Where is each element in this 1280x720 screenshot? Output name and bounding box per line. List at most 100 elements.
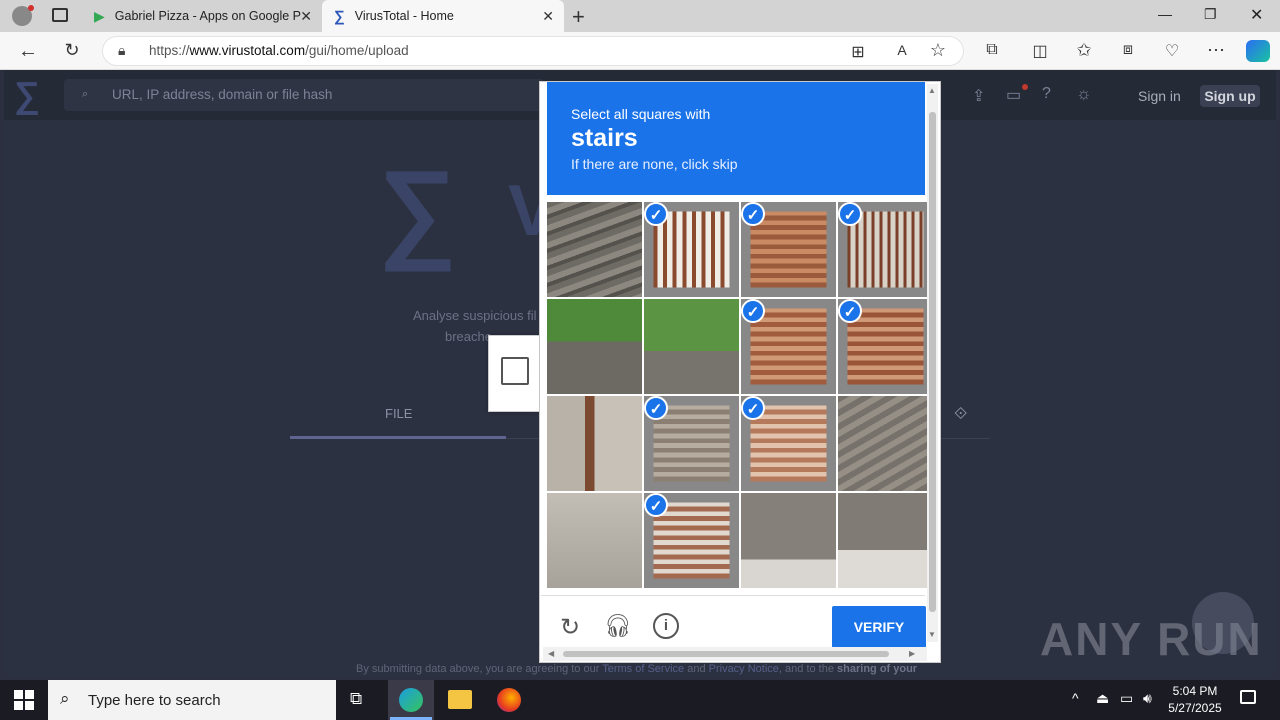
captcha-tile[interactable]: ✓ <box>644 396 739 491</box>
captcha-skip-hint: If there are none, click skip <box>571 156 738 172</box>
app-available-icon[interactable]: ⊞ <box>846 42 870 62</box>
captcha-tile-image <box>653 405 730 482</box>
selected-check-icon: ✓ <box>741 202 765 226</box>
captcha-instruction: Select all squares with <box>571 106 711 122</box>
terms-link[interactable]: Terms of Service <box>602 663 684 675</box>
captcha-tile[interactable] <box>838 493 933 588</box>
show-hidden-icons-icon[interactable]: ^ <box>1072 690 1079 706</box>
new-tab-icon[interactable]: + <box>572 4 585 30</box>
horizontal-scroll-thumb[interactable] <box>563 651 889 657</box>
vertical-scroll-thumb[interactable] <box>929 112 936 612</box>
url-text[interactable]: https://www.virustotal.com/gui/home/uplo… <box>149 43 409 58</box>
copilot-icon[interactable] <box>1246 40 1270 62</box>
captcha-footer-divider <box>541 595 925 596</box>
window-close-icon[interactable]: ✕ <box>1250 5 1263 25</box>
volume-icon[interactable]: 🔊︎ <box>1143 690 1152 707</box>
file-explorer-icon[interactable] <box>448 690 472 709</box>
captcha-tile-image <box>847 308 924 385</box>
terms-footer: By submitting data above, you are agreei… <box>356 663 917 675</box>
lock-icon[interactable]: 🔒︎ <box>118 42 125 59</box>
captcha-tile[interactable] <box>547 202 642 297</box>
help-icon[interactable]: ? <box>1042 85 1051 103</box>
favorite-star-icon[interactable]: ☆ <box>926 40 950 61</box>
favorites-icon[interactable]: ✩ <box>1072 40 1096 61</box>
extensions-icon[interactable]: ⧉ <box>980 41 1004 59</box>
verify-button[interactable]: VERIFY <box>832 606 926 648</box>
captcha-checkbox[interactable] <box>501 357 529 385</box>
play-store-icon: ▶ <box>94 7 105 24</box>
tab-search-icon[interactable]: ⟐ <box>954 404 967 424</box>
footer-text: , and to the <box>778 663 838 675</box>
close-tab-icon[interactable]: ✕ <box>542 8 554 25</box>
notification-dot-icon <box>28 5 34 11</box>
captcha-tile[interactable]: ✓ <box>644 493 739 588</box>
usb-icon[interactable]: ⏏ <box>1096 690 1109 707</box>
virustotal-logo-icon[interactable]: ∑ <box>14 77 40 113</box>
tab-file[interactable]: FILE <box>385 406 412 421</box>
anyrun-badge-icon <box>1192 592 1254 654</box>
captcha-tile-image <box>547 202 642 297</box>
close-tab-icon[interactable]: ✕ <box>300 8 312 25</box>
captcha-tile-image <box>741 493 836 588</box>
minimize-icon[interactable]: — <box>1158 6 1172 22</box>
tab-google-play[interactable]: ▶ Gabriel Pizza - Apps on Google P ✕ <box>84 0 322 32</box>
captcha-tile[interactable]: ✓ <box>741 396 836 491</box>
captcha-tile-image <box>838 493 933 588</box>
upload-icon[interactable]: ⇪ <box>972 86 985 106</box>
captcha-tile[interactable]: ✓ <box>838 299 933 394</box>
info-icon[interactable]: i <box>653 613 679 639</box>
task-view-icon[interactable]: ⧉ <box>350 689 362 709</box>
selected-check-icon: ✓ <box>838 202 862 226</box>
refresh-icon[interactable]: ↻ <box>60 40 84 61</box>
restore-icon[interactable]: ❐ <box>1204 6 1217 23</box>
captcha-keyword: stairs <box>571 124 638 152</box>
sign-up-button[interactable]: Sign up <box>1200 85 1260 107</box>
collections-icon[interactable]: ⧈ <box>1116 41 1140 59</box>
firefox-icon[interactable] <box>497 688 521 712</box>
selected-check-icon: ✓ <box>838 299 862 323</box>
captcha-tile[interactable] <box>838 396 933 491</box>
captcha-tile[interactable]: ✓ <box>838 202 933 297</box>
selected-check-icon: ✓ <box>644 493 668 517</box>
browser-essentials-icon[interactable]: ♡ <box>1160 41 1184 61</box>
captcha-tile-image <box>547 299 642 394</box>
hero-description-line2: breache <box>445 329 492 344</box>
captcha-tile[interactable] <box>741 493 836 588</box>
clock-time: 5:04 PM <box>1172 684 1218 698</box>
scroll-down-icon[interactable]: ▼ <box>928 630 936 639</box>
notification-center-icon[interactable] <box>1240 690 1256 704</box>
taskbar-clock[interactable]: 5:04 PM 5/27/2025 <box>1158 683 1232 717</box>
footer-text: By submitting data above, you are agreei… <box>356 663 603 675</box>
read-aloud-icon[interactable]: A <box>890 42 914 58</box>
more-menu-icon[interactable]: ⋯ <box>1204 40 1228 61</box>
theme-toggle-icon[interactable]: ☼ <box>1076 84 1092 104</box>
captcha-tile[interactable]: ✓ <box>741 202 836 297</box>
taskbar-search-placeholder: Type here to search <box>88 692 221 709</box>
split-screen-icon[interactable]: ◫ <box>1028 41 1052 61</box>
tab-actions-icon[interactable] <box>52 8 68 22</box>
captcha-tile-image <box>750 308 827 385</box>
virustotal-favicon-icon: ∑ <box>334 7 345 25</box>
scroll-right-icon[interactable]: ▶ <box>909 649 915 658</box>
captcha-tile[interactable]: ✓ <box>644 202 739 297</box>
network-icon[interactable]: ▭ <box>1120 690 1133 707</box>
captcha-tile[interactable]: ✓ <box>741 299 836 394</box>
sign-in-link[interactable]: Sign in <box>1138 88 1181 104</box>
notifications-icon[interactable]: ▭ <box>1006 85 1021 105</box>
tab-virustotal[interactable]: ∑ VirusTotal - Home ✕ <box>322 0 564 32</box>
selected-check-icon: ✓ <box>741 299 765 323</box>
windows-start-icon[interactable] <box>14 690 34 710</box>
captcha-tile[interactable] <box>644 299 739 394</box>
reload-icon[interactable]: ↻ <box>556 613 584 641</box>
back-icon[interactable]: ← <box>16 40 40 63</box>
captcha-tile[interactable] <box>547 396 642 491</box>
captcha-tile[interactable] <box>547 493 642 588</box>
captcha-tile[interactable] <box>547 299 642 394</box>
tab-label: Gabriel Pizza - Apps on Google P <box>114 9 301 23</box>
audio-challenge-icon[interactable]: 🎧︎ <box>604 613 632 641</box>
scroll-up-icon[interactable]: ▲ <box>928 86 936 95</box>
scroll-left-icon[interactable]: ◀ <box>548 649 554 658</box>
privacy-link[interactable]: Privacy Notice <box>709 663 779 675</box>
search-icon: ⌕ <box>82 88 89 100</box>
captcha-tile-image <box>547 396 642 491</box>
